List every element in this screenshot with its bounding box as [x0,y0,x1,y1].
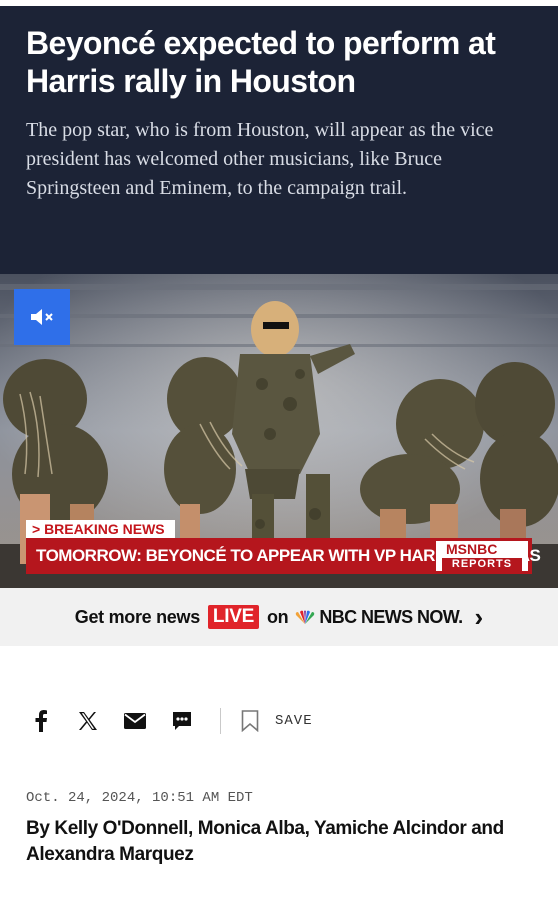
article-headline: Beyoncé expected to perform at Harris ra… [26,25,496,99]
video-player[interactable]: > BREAKING NEWS TOMORROW: BEYONCÉ TO APP… [0,274,558,588]
lower-third-banner: TOMORROW: BEYONCÉ TO APPEAR WITH VP HARR… [26,538,541,574]
chevron-right-icon: › [474,602,484,632]
breaking-news-label: > BREAKING NEWS [26,520,175,538]
comment-icon[interactable] [167,706,197,736]
peacock-icon [296,610,315,624]
network-name: MSNBC [446,541,498,557]
promo-prefix: Get more news [74,606,200,627]
promo-connector: on [266,606,289,627]
speaker-muted-icon [31,309,53,325]
network-sub: REPORTS [442,558,522,571]
live-badge: LIVE [207,605,259,629]
live-promo-banner[interactable]: Get more news LIVE on NBC NEWS NOW. › [0,588,558,646]
article-dek: The pop star, who is from Houston, will … [26,119,494,199]
network-logo: MSNBC REPORTS [436,541,528,571]
nbc-news-now-brand: NBC NEWS NOW. [294,606,463,628]
publish-date: Oct. 24, 2024, 10:51 AM EDT [26,790,253,806]
share-divider [220,708,221,734]
x-icon[interactable] [73,706,103,736]
save-label: SAVE [275,713,313,729]
article-hero: Beyoncé expected to perform at Harris ra… [0,6,558,274]
mute-button[interactable] [14,289,70,345]
email-icon[interactable] [120,706,150,736]
facebook-icon[interactable] [26,706,56,736]
save-button[interactable]: SAVE [241,710,313,732]
byline: By Kelly O'Donnell, Monica Alba, Yamiche… [26,818,504,865]
brand-text: NBC NEWS NOW. [319,606,463,627]
bookmark-icon [241,710,259,732]
share-bar: SAVE [26,706,313,736]
